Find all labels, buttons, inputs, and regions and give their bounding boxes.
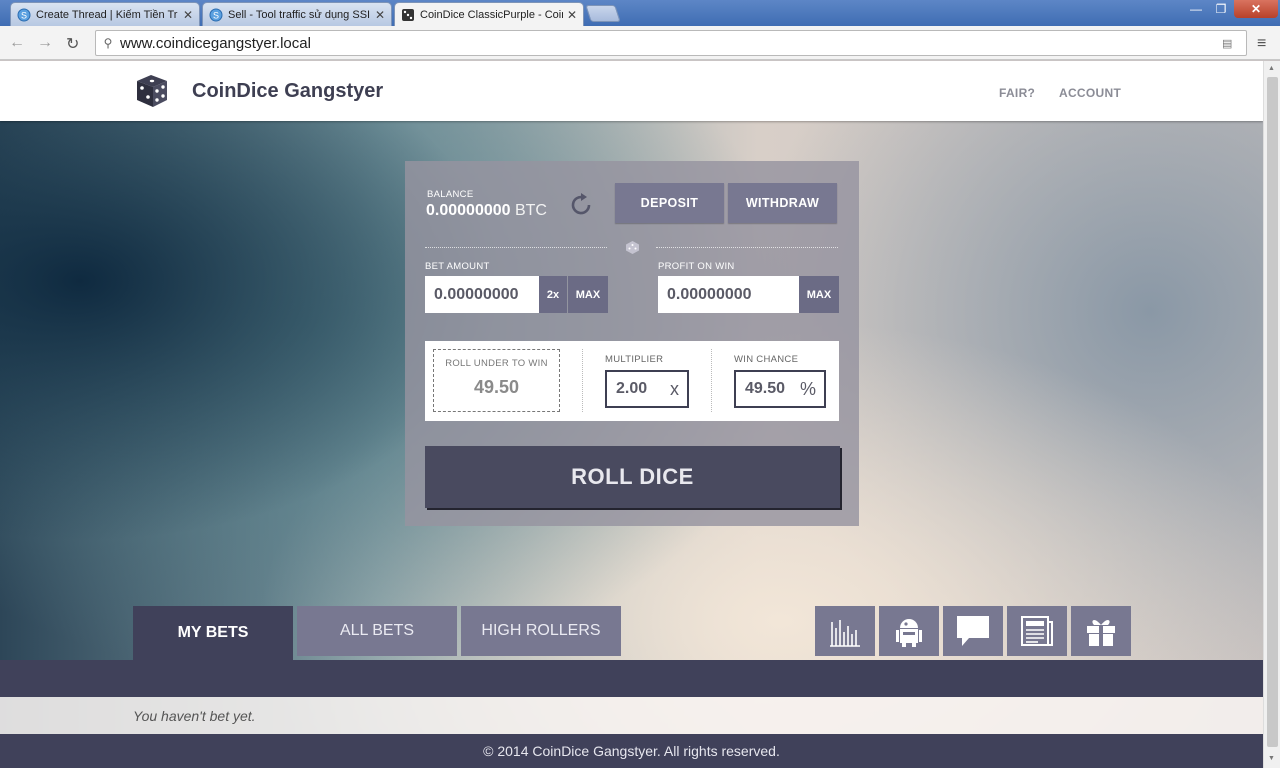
- browser-tab-2[interactable]: S Sell - Tool traffic sử dụng SSI ✕: [202, 2, 392, 26]
- max-bet-button[interactable]: MAX: [568, 276, 608, 313]
- scroll-thumb[interactable]: [1267, 77, 1278, 747]
- balance-currency: BTC: [514, 202, 547, 219]
- site-s-icon: S: [209, 8, 223, 21]
- chat-button[interactable]: [943, 606, 1003, 656]
- menu-icon[interactable]: ≡: [1257, 35, 1266, 53]
- gift-button[interactable]: [1071, 606, 1131, 656]
- close-icon[interactable]: ✕: [183, 8, 193, 22]
- close-icon[interactable]: ✕: [375, 8, 385, 22]
- news-icon: [1021, 616, 1053, 646]
- deposit-button[interactable]: DEPOSIT: [615, 183, 724, 223]
- browser-tab-1[interactable]: S Create Thread | Kiếm Tiền Tr ✕: [10, 2, 200, 26]
- browser-tab-title: Create Thread | Kiếm Tiền Tr: [36, 8, 178, 21]
- minimize-button[interactable]: —: [1183, 0, 1209, 18]
- roll-under-toggle[interactable]: ROLL UNDER TO WIN 49.50: [433, 349, 560, 412]
- empty-message: You haven't bet yet.: [133, 708, 256, 724]
- address-bar[interactable]: ⚲ www.coindicegangstyer.local ▤: [95, 30, 1247, 56]
- page-content: CoinDice Gangstyer FAIR? ACCOUNT BALANCE…: [0, 61, 1263, 768]
- multiplier-value: 2.00: [616, 380, 648, 397]
- win-chance-suffix: %: [799, 379, 816, 399]
- site-footer: © 2014 CoinDice Gangstyer. All rights re…: [0, 734, 1263, 768]
- site-header: CoinDice Gangstyer FAIR? ACCOUNT: [0, 61, 1263, 121]
- robot-icon: [896, 619, 922, 647]
- reload-icon[interactable]: ↻: [66, 34, 79, 54]
- bet-amount-input[interactable]: 0.00000000: [425, 276, 539, 313]
- scroll-up-icon[interactable]: ▲: [1268, 65, 1275, 72]
- bets-empty-row: You haven't bet yet.: [0, 697, 1263, 734]
- divider-left: [425, 247, 607, 248]
- double-bet-button[interactable]: 2x: [539, 276, 567, 313]
- site-s-icon: S: [17, 8, 31, 21]
- chart-icon: [830, 620, 860, 647]
- multiplier-label: MULTIPLIER: [605, 354, 664, 365]
- browser-toolbar: ← → ↻ ⚲ www.coindicegangstyer.local ▤ ≡: [0, 26, 1280, 60]
- url-text[interactable]: www.coindicegangstyer.local: [120, 35, 1222, 52]
- logo-dice-icon[interactable]: [133, 69, 175, 111]
- balance-label: BALANCE: [427, 189, 474, 200]
- browser-tab-3[interactable]: CoinDice ClassicPurple - Coin ✕: [394, 2, 584, 27]
- tab-all-bets[interactable]: ALL BETS: [297, 606, 457, 656]
- profit-label: PROFIT ON WIN: [658, 261, 735, 272]
- forward-icon[interactable]: →: [37, 34, 53, 52]
- multiplier-input[interactable]: 2.00 x: [605, 370, 689, 408]
- roll-settings: ROLL UNDER TO WIN 49.50 MULTIPLIER 2.00 …: [425, 341, 839, 421]
- roll-under-label: ROLL UNDER TO WIN: [445, 358, 548, 369]
- small-dice-icon: [626, 241, 639, 254]
- browser-tabstrip: S Create Thread | Kiếm Tiền Tr ✕ S Sell …: [0, 0, 1280, 27]
- new-tab-button[interactable]: [585, 5, 621, 22]
- svg-text:S: S: [213, 10, 219, 20]
- restore-button[interactable]: ❐: [1208, 0, 1234, 18]
- close-window-button[interactable]: ✕: [1234, 0, 1278, 18]
- win-chance-label: WIN CHANCE: [734, 354, 799, 365]
- back-icon[interactable]: ←: [9, 34, 25, 52]
- balance-amount: 0.00000000: [426, 202, 511, 219]
- news-button[interactable]: [1007, 606, 1067, 656]
- search-icon: ⚲: [103, 36, 113, 50]
- nav-account-link[interactable]: ACCOUNT: [1059, 86, 1121, 100]
- bets-table-header: [0, 660, 1263, 697]
- profit-input[interactable]: 0.00000000: [658, 276, 799, 313]
- gift-icon: [1087, 619, 1115, 646]
- translate-icon[interactable]: ▤: [1222, 37, 1246, 50]
- brand-name[interactable]: CoinDice Gangstyer: [192, 80, 383, 103]
- nav-fair-link[interactable]: FAIR?: [999, 86, 1035, 100]
- svg-text:S: S: [21, 10, 27, 20]
- withdraw-button[interactable]: WITHDRAW: [728, 183, 837, 223]
- win-chance-value: 49.50: [745, 380, 786, 397]
- roll-dice-button[interactable]: ROLL DICE: [425, 446, 840, 508]
- divider-right: [656, 247, 838, 248]
- close-icon[interactable]: ✕: [567, 8, 577, 22]
- divider: [582, 349, 583, 412]
- balance-value: 0.00000000 BTC: [426, 202, 547, 220]
- browser-tab-title: CoinDice ClassicPurple - Coin: [420, 9, 563, 21]
- dice-icon: [402, 9, 414, 21]
- max-profit-button[interactable]: MAX: [799, 276, 839, 313]
- roll-under-value: 49.50: [473, 377, 520, 397]
- stats-button[interactable]: [815, 606, 875, 656]
- dice-panel: BALANCE 0.00000000 BTC DEPOSIT WITHDRAW …: [405, 161, 859, 526]
- scroll-down-icon[interactable]: ▼: [1268, 755, 1275, 762]
- tab-my-bets[interactable]: MY BETS: [133, 606, 293, 660]
- win-chance-input[interactable]: 49.50 %: [734, 370, 826, 408]
- divider: [711, 349, 712, 412]
- browser-tab-title: Sell - Tool traffic sử dụng SSI: [228, 8, 371, 21]
- bot-button[interactable]: [879, 606, 939, 656]
- refresh-icon[interactable]: [567, 191, 595, 219]
- multiplier-suffix: x: [670, 379, 679, 399]
- tab-high-rollers[interactable]: HIGH ROLLERS: [461, 606, 621, 656]
- bet-amount-label: BET AMOUNT: [425, 261, 490, 272]
- page-scrollbar[interactable]: ▲ ▼: [1263, 61, 1280, 768]
- chat-icon: [957, 616, 989, 646]
